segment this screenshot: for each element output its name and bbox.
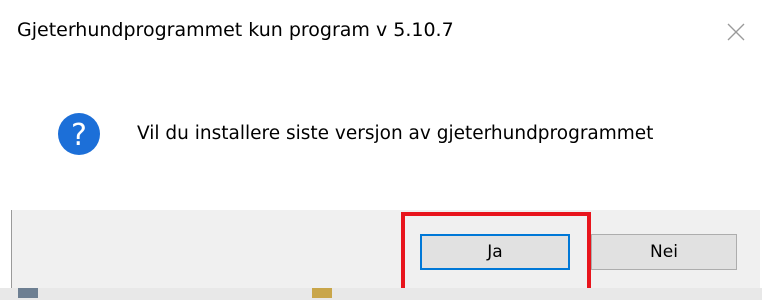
dialog-message: Vil du installere siste versjon av gjete… xyxy=(137,123,654,144)
dialog-content: ? Vil du installere siste versjon av gje… xyxy=(0,64,762,210)
background-file-icon xyxy=(312,288,332,298)
svg-text:?: ? xyxy=(71,118,87,153)
message-dialog: Gjeterhundprogrammet kun program v 5.10.… xyxy=(0,0,762,300)
background-window-strip xyxy=(0,288,762,300)
yes-button[interactable]: Ja xyxy=(420,234,570,270)
no-button[interactable]: Nei xyxy=(591,234,737,270)
window-title: Gjeterhundprogrammet kun program v 5.10.… xyxy=(17,19,454,41)
question-icon: ? xyxy=(57,112,101,156)
close-icon[interactable] xyxy=(722,18,750,46)
background-folder-icon xyxy=(18,288,38,298)
title-bar[interactable]: Gjeterhundprogrammet kun program v 5.10.… xyxy=(0,0,762,64)
